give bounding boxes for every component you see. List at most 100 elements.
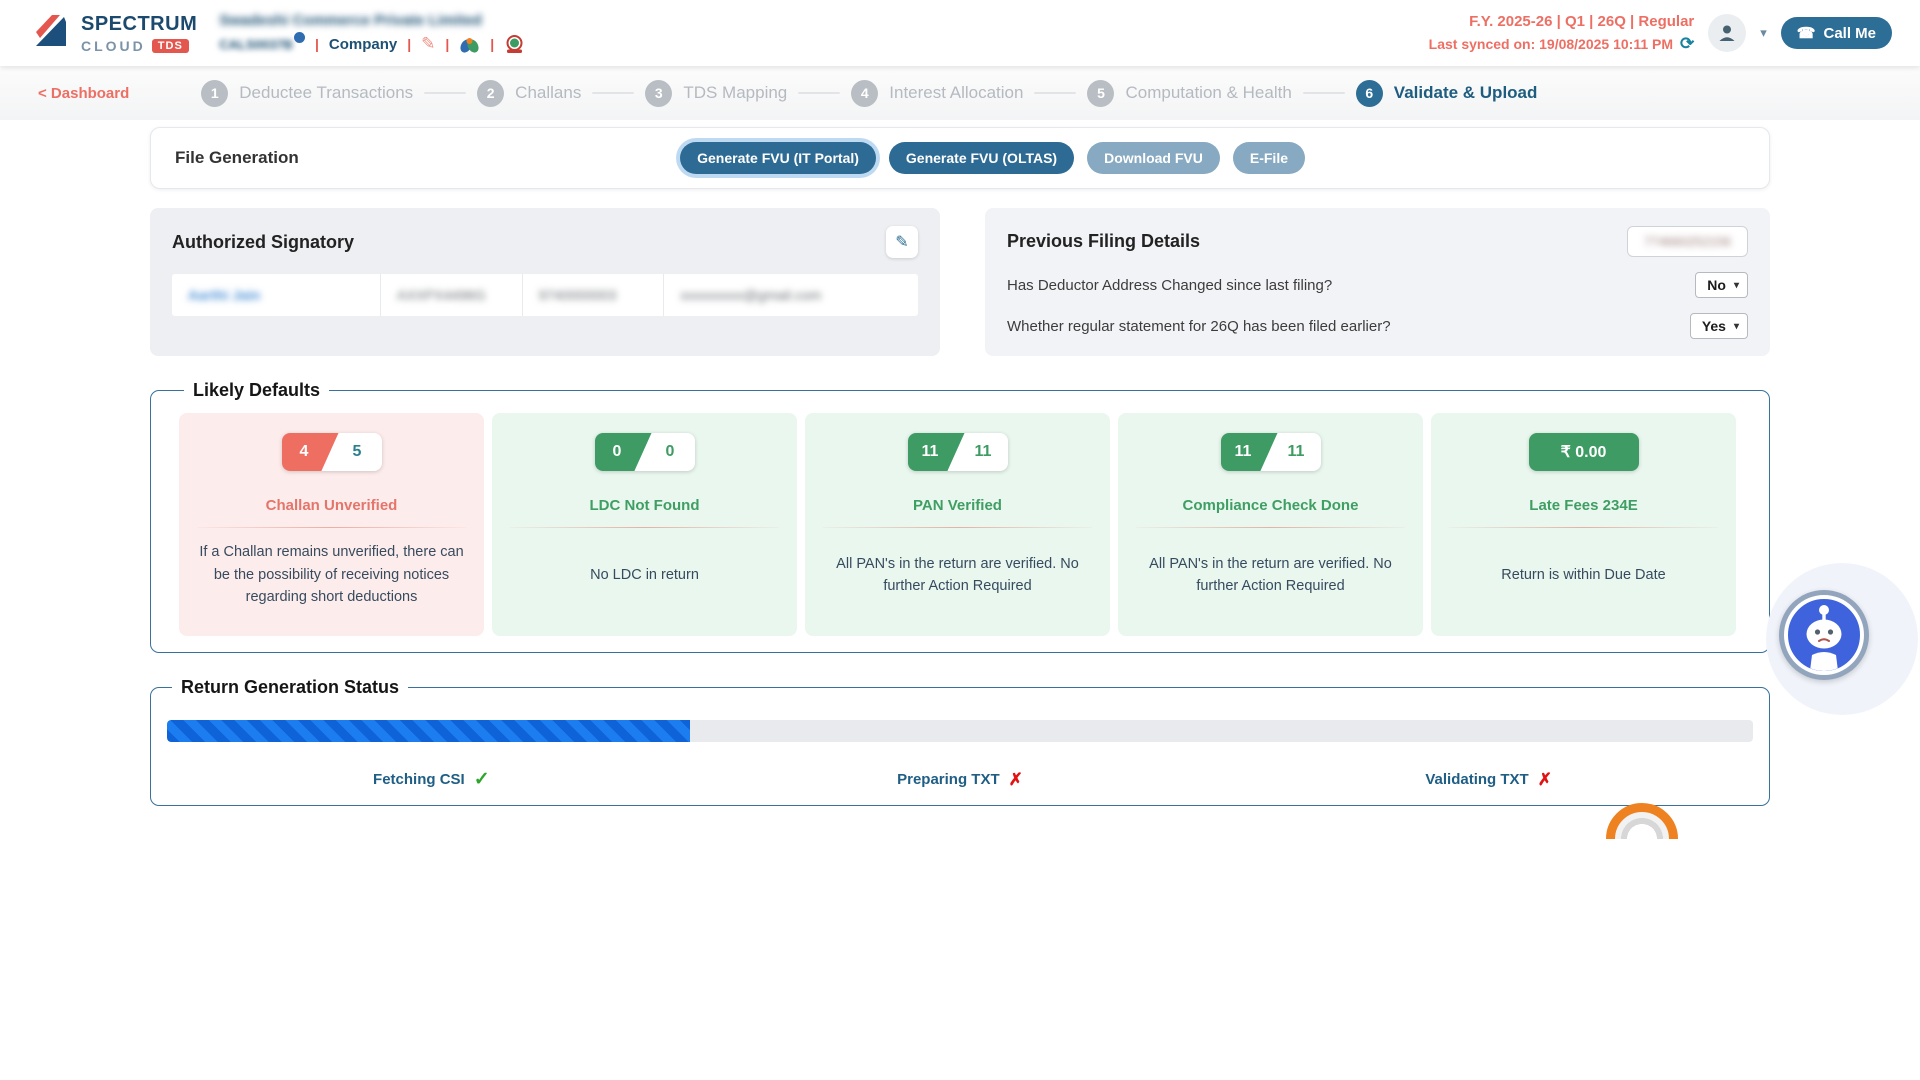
back-to-dashboard-link[interactable]: < Dashboard [38,85,129,102]
file-generation-bar: File Generation Generate FVU (IT Portal)… [150,127,1770,189]
stepper-step-interest-allocation[interactable]: 4 Interest Allocation [851,80,1023,107]
status-label: Preparing TXT [897,771,1000,788]
regular-statement-question: Whether regular statement for 26Q has be… [1007,318,1391,335]
chevron-down-icon: ▾ [1734,280,1739,291]
authorized-signatory-card: Authorized Signatory ✎ Aarthi Jain AXXPX… [150,208,940,356]
status-validating-txt: Validating TXT ✗ [1224,768,1753,791]
step-label: Interest Allocation [889,83,1023,103]
user-avatar[interactable] [1708,14,1746,52]
company-tan: CALS0037B [219,37,293,52]
step-number: 3 [645,80,672,107]
refresh-sync-icon[interactable]: ⟳ [1680,34,1694,54]
income-tax-portal-icon[interactable] [504,34,525,55]
last-synced-text: Last synced on: 19/08/2025 10:11 PM [1429,36,1673,52]
brand-sub: CLOUD [81,38,146,54]
step-label: Challans [515,83,581,103]
default-card-compliance-check: 11 11 Compliance Check Done All PAN's in… [1118,413,1423,636]
defaults-count: 0 [595,433,652,471]
chatbot-ring [1779,590,1869,680]
edit-signatory-button[interactable]: ✎ [886,226,918,258]
separator: | [407,36,411,52]
signatory-name: Aarthi Jain [188,287,260,303]
loading-spinner-icon [1606,803,1678,839]
call-me-button[interactable]: ☎ Call Me [1781,17,1892,49]
brand-tds-badge: TDS [152,39,189,53]
status-fetching-csi: Fetching CSI ✓ [167,768,696,791]
e-file-button[interactable]: E-File [1233,142,1305,174]
chevron-down-icon: ▾ [1734,321,1739,332]
step-number: 1 [201,80,228,107]
step-connector [424,92,466,94]
step-label: Computation & Health [1125,83,1291,103]
person-icon [1716,22,1738,44]
step-number: 2 [477,80,504,107]
default-card-late-fees: ₹ 0.00 Late Fees 234E Return is within D… [1431,413,1736,636]
likely-defaults-panel: Likely Defaults 4 5 Challan Unverified I… [150,380,1770,653]
authorized-signatory-title: Authorized Signatory [172,232,354,253]
cross-icon: ✗ [1538,770,1552,790]
count-badge: 4 5 [282,433,382,471]
filing-context: F.Y. 2025-26 | Q1 | 26Q | Regular Last s… [1429,13,1695,54]
edit-company-icon[interactable]: ✎ [421,34,435,54]
download-fvu-button[interactable]: Download FVU [1087,142,1220,174]
defaults-total: 11 [965,433,1008,471]
signatory-email: xxxxxxxxx@gmail.com [680,287,821,303]
stepper-step-tds-mapping[interactable]: 3 TDS Mapping [645,80,787,107]
address-changed-select[interactable]: No ▾ [1695,272,1748,298]
default-card-challan-unverified: 4 5 Challan Unverified If a Challan rema… [179,413,484,636]
likely-defaults-title: Likely Defaults [184,380,329,401]
step-number: 6 [1356,80,1383,107]
regular-statement-value: Yes [1702,318,1726,334]
generate-fvu-oltas-button[interactable]: Generate FVU (OLTAS) [889,142,1074,174]
traces-portal-icon[interactable] [459,34,480,55]
call-me-label: Call Me [1823,25,1876,42]
step-label: Validate & Upload [1394,83,1538,103]
stepper-step-validate-upload[interactable]: 6 Validate & Upload [1356,80,1538,107]
brand-name: SPECTRUM [81,13,197,36]
regular-statement-select[interactable]: Yes ▾ [1690,313,1748,339]
signatory-phone: 9740000003 [539,287,617,303]
defaults-total: 0 [652,433,695,471]
previous-token-value: 774660252156 [1644,234,1731,249]
separator: | [445,36,449,52]
signatory-row[interactable]: Aarthi Jain AXXPX4496G 9740000003 xxxxxx… [172,274,918,316]
company-link[interactable]: Company [329,36,397,53]
company-block: Swadeshi Commerce Private Limited CALS00… [219,12,525,55]
default-card-desc: If a Challan remains unverified, there c… [197,528,466,622]
default-card-pan-verified: 11 11 PAN Verified All PAN's in the retu… [805,413,1110,636]
check-icon: ✓ [474,768,490,791]
stepper-step-deductee-transactions[interactable]: 1 Deductee Transactions [201,80,413,107]
separator: | [315,36,319,52]
company-name: Swadeshi Commerce Private Limited [219,12,525,29]
stepper-step-challans[interactable]: 2 Challans [477,80,581,107]
cross-icon: ✗ [1009,770,1023,790]
brand-logo[interactable]: SPECTRUM CLOUD TDS [30,10,197,57]
default-card-title: Challan Unverified [266,497,398,514]
default-card-desc: All PAN's in the return are verified. No… [823,528,1092,622]
wizard-stepper: < Dashboard 1 Deductee Transactions 2 Ch… [0,66,1920,120]
defaults-count: 4 [282,433,339,471]
status-preparing-txt: Preparing TXT ✗ [696,768,1225,791]
default-card-desc: All PAN's in the return are verified. No… [1136,528,1405,622]
count-badge: 0 0 [595,433,695,471]
defaults-total: 5 [339,433,382,471]
robot-icon [1784,595,1864,675]
default-card-title: Late Fees 234E [1529,497,1637,514]
count-badge: 11 11 [908,433,1008,471]
chatbot-widget[interactable] [1766,563,1918,715]
stepper-step-computation-health[interactable]: 5 Computation & Health [1087,80,1291,107]
fy-quarter-form: F.Y. 2025-26 | Q1 | 26Q | Regular [1429,13,1695,30]
default-card-desc: No LDC in return [590,528,699,622]
generation-progress-fill [167,720,690,742]
step-connector [1034,92,1076,94]
status-label: Fetching CSI [373,771,465,788]
tan-verified-badge-icon [294,32,305,43]
default-card-ldc-not-found: 0 0 LDC Not Found No LDC in return [492,413,797,636]
step-connector [592,92,634,94]
generate-fvu-it-portal-button[interactable]: Generate FVU (IT Portal) [680,142,876,174]
profile-caret-icon[interactable]: ▾ [1760,25,1767,41]
status-label: Validating TXT [1425,771,1528,788]
step-number: 5 [1087,80,1114,107]
separator: | [490,36,494,52]
main-content: File Generation Generate FVU (IT Portal)… [0,120,1920,806]
